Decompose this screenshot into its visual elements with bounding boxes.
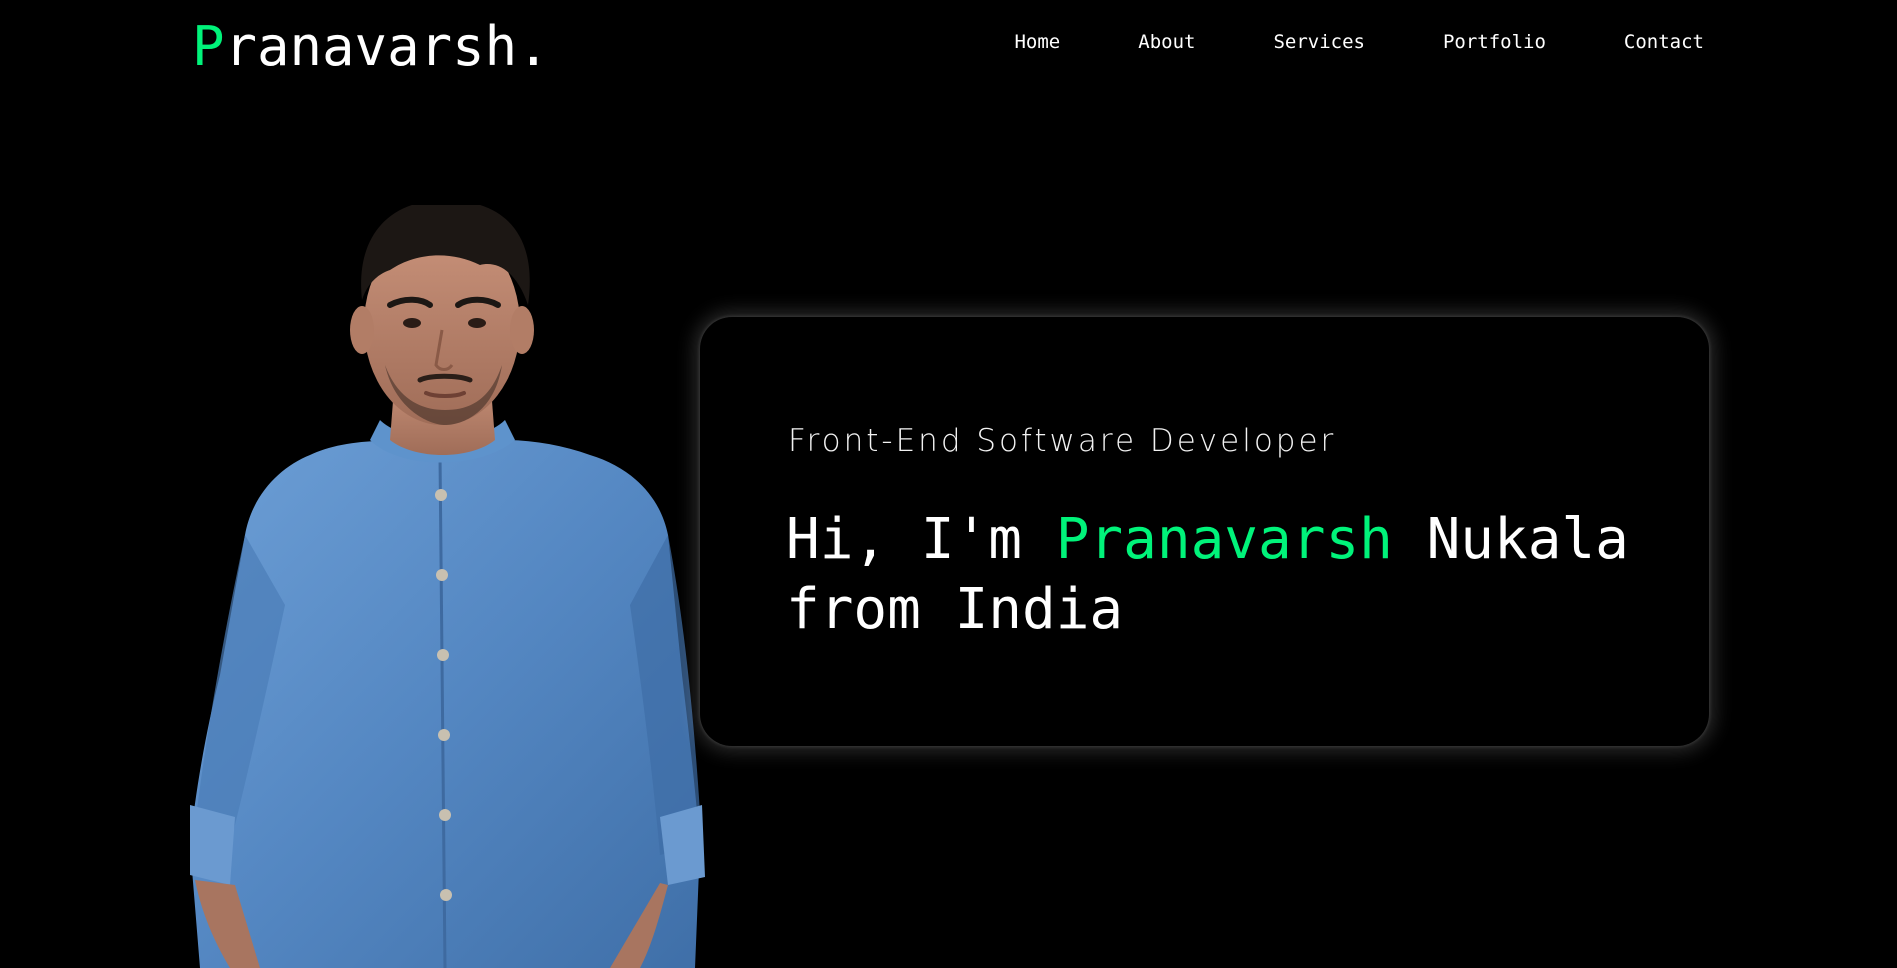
page: Pranavarsh. Home About Services Portfoli… xyxy=(0,0,1897,968)
logo-text: ranavarsh. xyxy=(224,15,550,78)
nav-link-services[interactable]: Services xyxy=(1273,28,1365,56)
profile-photo xyxy=(190,205,710,968)
intro-card: Front-End Software Developer Hi, I'm Pra… xyxy=(700,317,1709,746)
greeting-prefix: Hi, I'm xyxy=(786,507,1056,572)
hero-headline: Hi, I'm Pranavarsh Nukala from India xyxy=(786,505,1686,645)
highlighted-name: Pranavarsh xyxy=(1055,507,1393,572)
site-header: Pranavarsh. Home About Services Portfoli… xyxy=(0,0,1897,100)
site-logo[interactable]: Pranavarsh. xyxy=(192,14,550,80)
nav-link-contact[interactable]: Contact xyxy=(1624,28,1704,56)
job-title: Front-End Software Developer xyxy=(788,423,1337,459)
profile-photo-illustration xyxy=(190,205,705,968)
nav-link-about[interactable]: About xyxy=(1138,28,1195,56)
main-nav: Home About Services Portfolio Contact xyxy=(1014,28,1704,56)
logo-accent-letter: P xyxy=(192,15,225,78)
nav-link-portfolio[interactable]: Portfolio xyxy=(1443,28,1546,56)
nav-link-home[interactable]: Home xyxy=(1014,28,1060,56)
